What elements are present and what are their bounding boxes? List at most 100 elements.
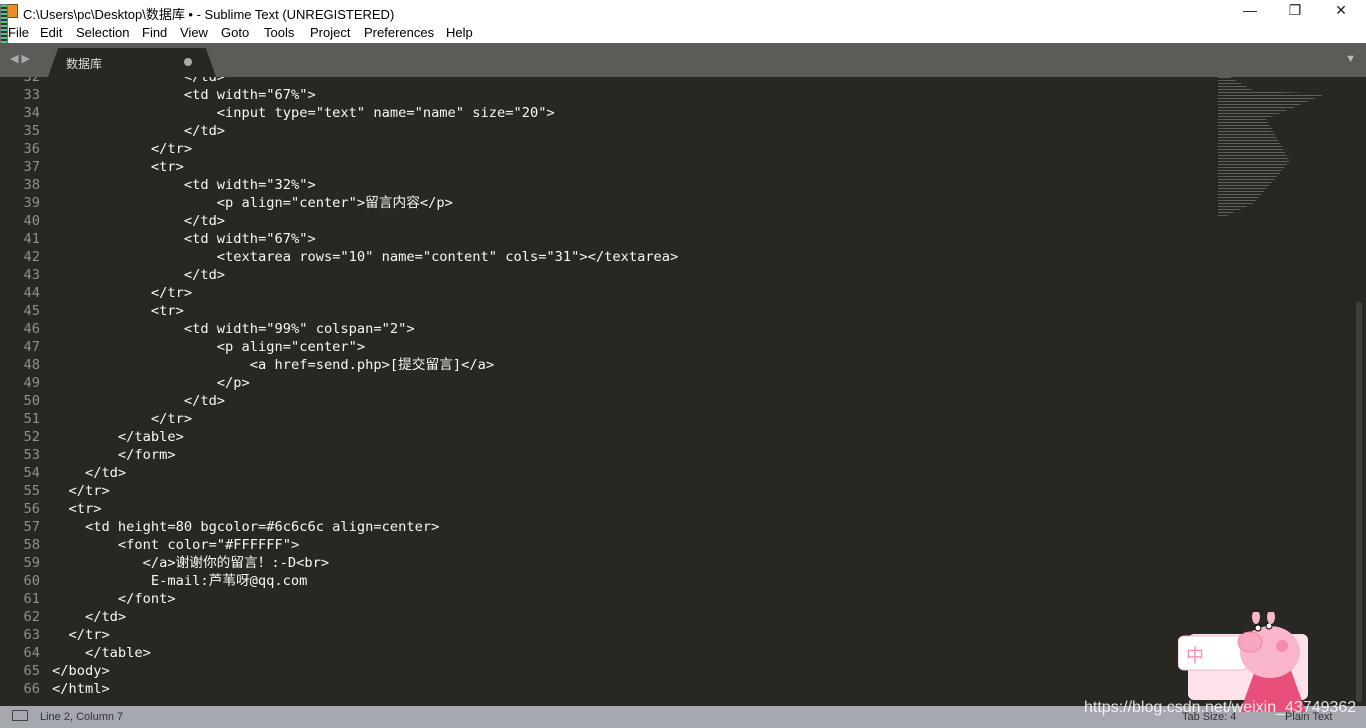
line-number: 47 [23, 339, 40, 355]
panel-toggle-icon[interactable] [12, 710, 28, 721]
code-line[interactable]: <p align="center">留言内容</p> [52, 194, 678, 212]
code-line[interactable]: <td width="99%" colspan="2"> [52, 320, 678, 338]
tab-nav-arrows-icon[interactable]: ◀ ▶ [10, 52, 30, 65]
code-line[interactable]: </td> [52, 212, 678, 230]
tab-label: 数据库 [66, 57, 103, 71]
scrollbar[interactable] [1354, 77, 1364, 706]
code-line[interactable]: </form> [52, 446, 678, 464]
scrollbar-thumb[interactable] [1356, 302, 1362, 702]
ime-mascot-icon: 中 [1178, 612, 1308, 712]
line-number: 58 [23, 537, 40, 553]
menu-find[interactable]: Find [142, 25, 167, 40]
unsaved-dot-icon[interactable] [184, 58, 192, 66]
code-line[interactable]: </td> [52, 392, 678, 410]
tab-bar: ◀ ▶ 数据库 ▼ [0, 43, 1366, 77]
code-line[interactable]: </td> [52, 608, 678, 626]
code-line[interactable]: <tr> [52, 158, 678, 176]
line-number: 59 [23, 555, 40, 571]
line-number: 61 [23, 591, 40, 607]
line-number: 34 [23, 105, 40, 121]
code-line[interactable]: </html> [52, 680, 678, 698]
line-number: 52 [23, 429, 40, 445]
menu-view[interactable]: View [180, 25, 208, 40]
menu-help[interactable]: Help [446, 25, 473, 40]
menu-bar: File Edit Selection Find View Goto Tools… [0, 23, 1366, 43]
line-number: 38 [23, 177, 40, 193]
menu-edit[interactable]: Edit [40, 25, 62, 40]
line-number: 35 [23, 123, 40, 139]
minimap[interactable] [1218, 77, 1326, 217]
code-line[interactable]: </font> [52, 590, 678, 608]
minimize-button[interactable]: — [1235, 2, 1265, 18]
tab-file[interactable]: 数据库 [48, 48, 216, 77]
code-line[interactable]: </a>谢谢你的留言！:-D<br> [52, 554, 678, 572]
menu-preferences[interactable]: Preferences [364, 25, 434, 40]
menu-project[interactable]: Project [310, 25, 350, 40]
code-line[interactable]: </tr> [52, 482, 678, 500]
line-number: 36 [23, 141, 40, 157]
line-number: 57 [23, 519, 40, 535]
close-button[interactable]: ✕ [1326, 2, 1356, 19]
line-number: 32 [23, 77, 40, 85]
ime-label: 中 [1186, 646, 1204, 667]
line-number: 46 [23, 321, 40, 337]
code-line[interactable]: <td width="67%"> [52, 230, 678, 248]
code-line[interactable]: </td> [52, 122, 678, 140]
code-line[interactable]: <a href=send.php>[提交留言]</a> [52, 356, 678, 374]
code-line[interactable]: <tr> [52, 500, 678, 518]
line-number: 55 [23, 483, 40, 499]
line-number: 63 [23, 627, 40, 643]
code-line[interactable]: <input type="text" name="name" size="20"… [52, 104, 678, 122]
code-line[interactable]: </tr> [52, 140, 678, 158]
line-number: 44 [23, 285, 40, 301]
code-line[interactable]: <td width="67%"> [52, 86, 678, 104]
title-bar: C:\Users\pc\Desktop\数据库 • - Sublime Text… [0, 0, 1366, 23]
line-number: 54 [23, 465, 40, 481]
code-line[interactable]: </tr> [52, 626, 678, 644]
line-number: 60 [23, 573, 40, 589]
line-number: 43 [23, 267, 40, 283]
line-number: 40 [23, 213, 40, 229]
line-number: 64 [23, 645, 40, 661]
code-line[interactable]: </tr> [52, 284, 678, 302]
code-line[interactable]: <tr> [52, 302, 678, 320]
line-number: 41 [23, 231, 40, 247]
line-number: 66 [23, 681, 40, 697]
line-number: 45 [23, 303, 40, 319]
code-line[interactable]: E-mail:芦苇呀@qq.com [52, 572, 678, 590]
line-number: 49 [23, 375, 40, 391]
code-line[interactable]: </table> [52, 428, 678, 446]
code-line[interactable]: </td> [52, 266, 678, 284]
window-title: C:\Users\pc\Desktop\数据库 • - Sublime Text… [23, 7, 395, 22]
line-number: 33 [23, 87, 40, 103]
menu-tools[interactable]: Tools [264, 25, 294, 40]
menu-goto[interactable]: Goto [221, 25, 249, 40]
editor[interactable]: 32 33 34 35 36 37 38 39 40 41 42 43 44 45 46 47 48 49 50 51… [0, 77, 1366, 706]
line-number: 50 [23, 393, 40, 409]
code-line[interactable]: <font color="#FFFFFF"> [52, 536, 678, 554]
code-line[interactable]: </body> [52, 662, 678, 680]
menu-file[interactable]: File [8, 25, 29, 40]
cursor-position: Line 2, Column 7 [40, 711, 124, 723]
code-line[interactable]: </p> [52, 374, 678, 392]
code-line[interactable]: <td height=80 bgcolor=#6c6c6c align=cent… [52, 518, 678, 536]
line-number: 42 [23, 249, 40, 265]
tab-menu-chevron-icon[interactable]: ▼ [1345, 53, 1356, 65]
code-line[interactable]: <textarea rows="10" name="content" cols=… [52, 248, 679, 266]
code-line[interactable]: </td> [52, 464, 678, 482]
code-line[interactable]: </tr> [52, 410, 678, 428]
line-number: 37 [23, 159, 40, 175]
line-number: 53 [23, 447, 40, 463]
code-line[interactable]: <td width="32%"> [52, 176, 678, 194]
line-numbers: 32 33 34 35 36 37 38 39 40 41 42 43 44 45 46 47 48 49 50 51… [0, 77, 40, 698]
code-line[interactable]: <p align="center"> [52, 338, 678, 356]
code-area[interactable]: </td> <td width="67%"> <input type="text… [52, 77, 678, 698]
menu-selection[interactable]: Selection [76, 25, 129, 40]
line-number: 51 [23, 411, 40, 427]
watermark: https://blog.csdn.net/weixin_43749362 [1084, 699, 1357, 716]
line-number: 65 [23, 663, 40, 679]
maximize-button[interactable]: ❐ [1280, 2, 1310, 19]
code-line[interactable]: </td> [52, 77, 678, 86]
line-number: 39 [23, 195, 40, 211]
code-line[interactable]: </table> [52, 644, 678, 662]
